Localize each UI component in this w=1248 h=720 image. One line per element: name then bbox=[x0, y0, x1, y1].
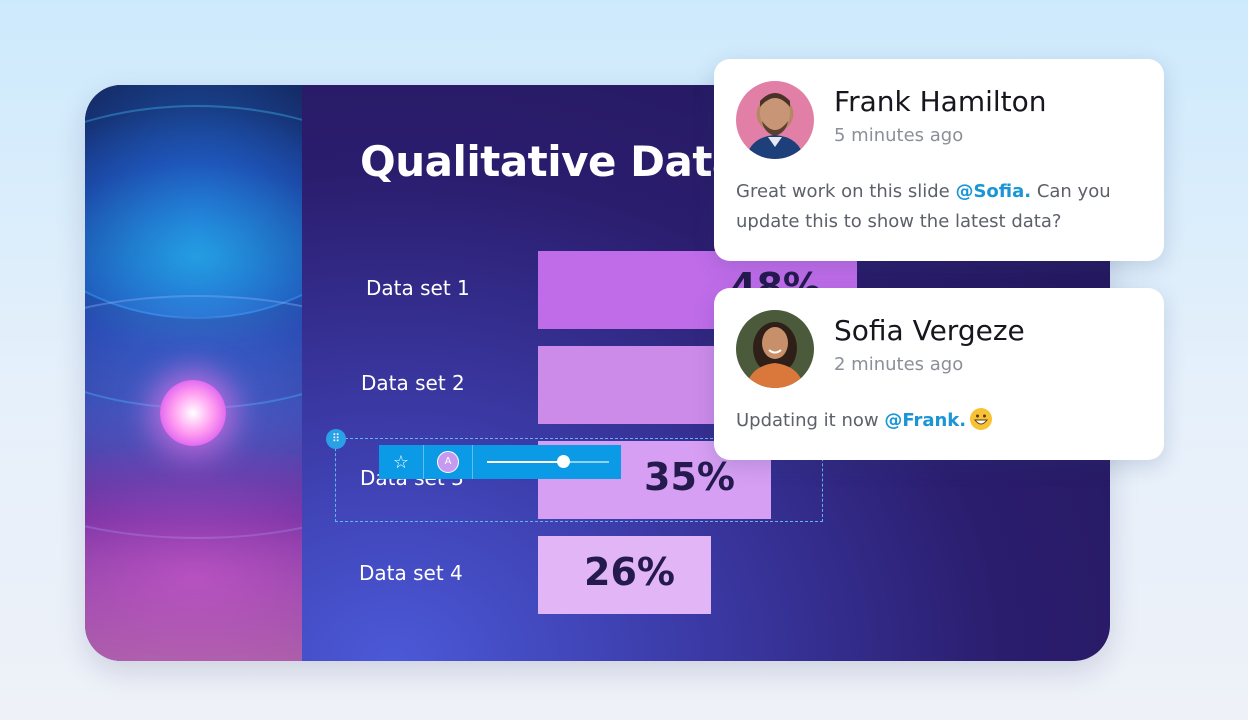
avatar bbox=[736, 310, 814, 388]
row-label: Data set 4 bbox=[359, 561, 463, 585]
comment-text-part: Updating it now bbox=[736, 410, 885, 431]
comment-timestamp: 5 minutes ago bbox=[834, 125, 964, 146]
row-label: Data set 1 bbox=[366, 276, 470, 300]
person-icon bbox=[746, 93, 804, 159]
avatar bbox=[736, 81, 814, 159]
slider-fill bbox=[487, 461, 563, 463]
floating-toolbar: ☆ A bbox=[379, 445, 621, 479]
avatar: A bbox=[437, 451, 459, 473]
person-icon bbox=[746, 322, 804, 388]
comment-text: Great work on this slide @Sofia. Can you… bbox=[736, 177, 1146, 237]
comment-text-part: Great work on this slide bbox=[736, 181, 956, 202]
bar-value: 26% bbox=[584, 550, 675, 594]
grip-dots-icon[interactable]: ⠿ bbox=[326, 429, 346, 449]
avatar-button[interactable]: A bbox=[424, 445, 473, 479]
mention-link[interactable]: @Sofia. bbox=[955, 181, 1031, 202]
comment-text: Updating it now @Frank. bbox=[736, 406, 1146, 436]
slider-thumb[interactable] bbox=[556, 455, 570, 468]
mention-link[interactable]: @Frank. bbox=[884, 410, 966, 431]
star-icon: ☆ bbox=[392, 451, 410, 473]
row-label: Data set 2 bbox=[361, 371, 465, 395]
data-bar[interactable]: 26% bbox=[538, 536, 711, 614]
star-button[interactable]: ☆ bbox=[379, 445, 424, 479]
comment-author: Frank Hamilton bbox=[834, 85, 1047, 118]
slide-title[interactable]: Qualitative Data bbox=[360, 137, 740, 186]
slide-decorative-image bbox=[85, 85, 302, 661]
comment-card-sofia[interactable]: Sofia Vergeze 2 minutes ago Updating it … bbox=[714, 288, 1164, 460]
grinning-face-emoji bbox=[970, 408, 993, 430]
comment-card-frank[interactable]: Frank Hamilton 5 minutes ago Great work … bbox=[714, 59, 1164, 261]
toolbar-slider[interactable] bbox=[487, 455, 609, 468]
comment-timestamp: 2 minutes ago bbox=[834, 354, 964, 375]
comment-author: Sofia Vergeze bbox=[834, 314, 1025, 347]
